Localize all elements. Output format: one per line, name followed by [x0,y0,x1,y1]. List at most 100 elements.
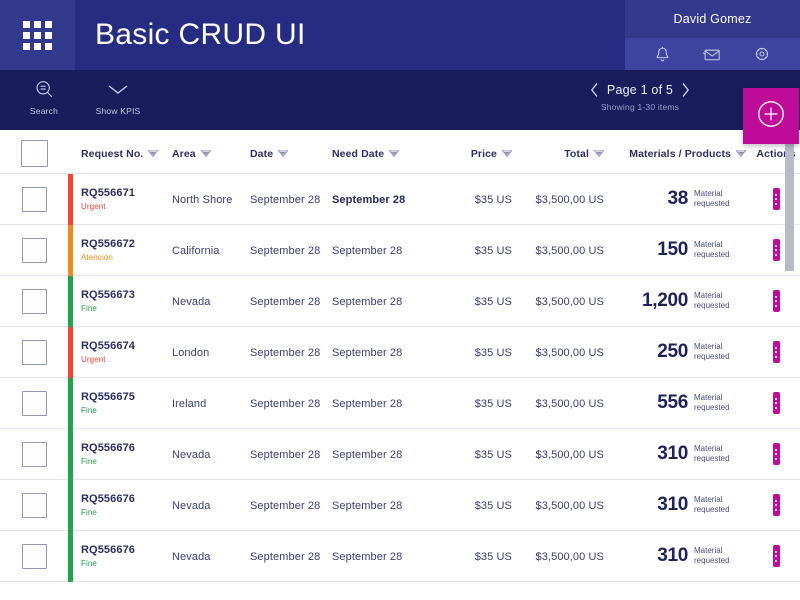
row-checkbox[interactable] [22,391,47,416]
column-label: Need Date [332,148,384,160]
request-number: RQ556676 [81,544,172,556]
chevron-left-icon[interactable] [590,82,599,98]
cell-total: $3,500,00 US [512,292,604,310]
crud-app-window: Basic CRUD UI David Gomez [0,0,800,600]
table-row[interactable]: RQ556675FineIrelandSeptember 28September… [0,378,800,429]
showing-items-label: Showing 1-30 items [560,102,720,112]
total-value: $3,500,00 US [536,245,604,257]
row-actions-menu-icon[interactable] [773,341,780,363]
sort-caret-icon [278,150,288,157]
status-badge: Fine [81,406,172,415]
cell-area: London [172,343,250,361]
gear-icon[interactable] [754,46,770,62]
user-name[interactable]: David Gomez [674,0,752,38]
table-row[interactable]: RQ556676FineNevadaSeptember 28September … [0,429,800,480]
column-label: Date [250,148,273,160]
date-value: September 28 [250,449,320,461]
plus-circle-icon [755,98,787,135]
cell-materials: 556Materialrequested [604,392,752,414]
column-header-total[interactable]: Total [512,148,604,160]
row-checkbox[interactable] [22,187,47,212]
row-actions-menu-icon[interactable] [773,545,780,567]
table-row[interactable]: RQ556676FineNevadaSeptember 28September … [0,531,800,582]
chevron-right-icon[interactable] [681,82,690,98]
area-value: Ireland [172,398,206,410]
column-header-request-no[interactable]: Request No. [68,148,172,160]
row-status-bar [68,225,73,276]
bell-icon[interactable] [655,46,670,63]
price-value: $35 US [475,194,512,206]
table-row[interactable]: RQ556674UrgentLondonSeptember 28Septembe… [0,327,800,378]
show-kpis-button[interactable]: Show KPIS [92,76,144,116]
price-value: $35 US [475,500,512,512]
table-row[interactable]: RQ556671UrgentNorth ShoreSeptember 28Sep… [0,174,800,225]
search-button[interactable]: Search [18,76,70,116]
row-checkbox[interactable] [22,442,47,467]
table-row[interactable]: RQ556673FineNevadaSeptember 28September … [0,276,800,327]
cell-need-date: September 28 [332,445,442,463]
sort-caret-icon [594,150,604,157]
need-date-value: September 28 [332,449,402,461]
column-header-need-date[interactable]: Need Date [332,148,442,160]
cell-request-no: RQ556672Atención [68,238,172,262]
sort-caret-icon [736,150,746,157]
table-scrollbar-thumb[interactable] [785,138,794,271]
materials-count: 556 [657,392,688,414]
cell-area: North Shore [172,190,250,208]
row-checkbox[interactable] [22,238,47,263]
header-icon-bar [625,38,800,70]
materials-label-line2: requested [694,556,730,565]
column-header-price[interactable]: Price [442,148,512,160]
cell-area: Nevada [172,496,250,514]
status-badge: Atención [81,253,172,262]
materials-label-line1: Material [694,291,722,300]
mail-icon[interactable] [702,47,721,62]
add-record-fab[interactable] [743,88,799,144]
column-header-materials-products[interactable]: Materials / Products [604,148,752,160]
cell-request-no: RQ556674Urgent [68,340,172,364]
cell-need-date: September 28 [332,343,442,361]
cell-total: $3,500,00 US [512,190,604,208]
row-status-bar [68,276,73,327]
table-row[interactable]: RQ556676FineNevadaSeptember 28September … [0,480,800,531]
row-actions-menu-icon[interactable] [773,494,780,516]
request-number: RQ556676 [81,442,172,454]
materials-label-line2: requested [694,403,730,412]
row-checkbox[interactable] [22,289,47,314]
area-value: California [172,245,219,257]
materials-label-line2: requested [694,352,730,361]
cell-price: $35 US [442,292,512,310]
select-all-cell [0,140,68,167]
materials-label-line2: requested [694,454,730,463]
column-header-date[interactable]: Date [250,148,332,160]
app-launcher-button[interactable] [0,0,75,70]
table-row[interactable]: RQ556672AtenciónCaliforniaSeptember 28Se… [0,225,800,276]
cell-date: September 28 [250,496,332,514]
column-header-area[interactable]: Area [172,148,250,160]
row-actions-menu-icon[interactable] [773,239,780,261]
select-all-checkbox[interactable] [21,140,48,167]
area-value: Nevada [172,551,211,563]
status-badge: Fine [81,304,172,313]
cell-request-no: RQ556673Fine [68,289,172,313]
row-select-cell [0,187,68,212]
row-actions-menu-icon[interactable] [773,188,780,210]
need-date-value: September 28 [332,347,402,359]
row-actions-menu-icon[interactable] [773,392,780,414]
row-select-cell [0,238,68,263]
row-checkbox[interactable] [22,544,47,569]
cell-materials: 310Materialrequested [604,494,752,516]
row-actions-menu-icon[interactable] [773,443,780,465]
need-date-value: September 28 [332,245,402,257]
row-checkbox[interactable] [22,493,47,518]
table-scrollbar-track[interactable] [788,130,797,556]
column-label: Total [564,148,589,160]
row-checkbox[interactable] [22,340,47,365]
cell-total: $3,500,00 US [512,445,604,463]
cell-materials: 38Materialrequested [604,188,752,210]
cell-request-no: RQ556671Urgent [68,187,172,211]
cell-date: September 28 [250,292,332,310]
row-actions-menu-icon[interactable] [773,290,780,312]
total-value: $3,500,00 US [536,398,604,410]
area-value: Nevada [172,449,211,461]
